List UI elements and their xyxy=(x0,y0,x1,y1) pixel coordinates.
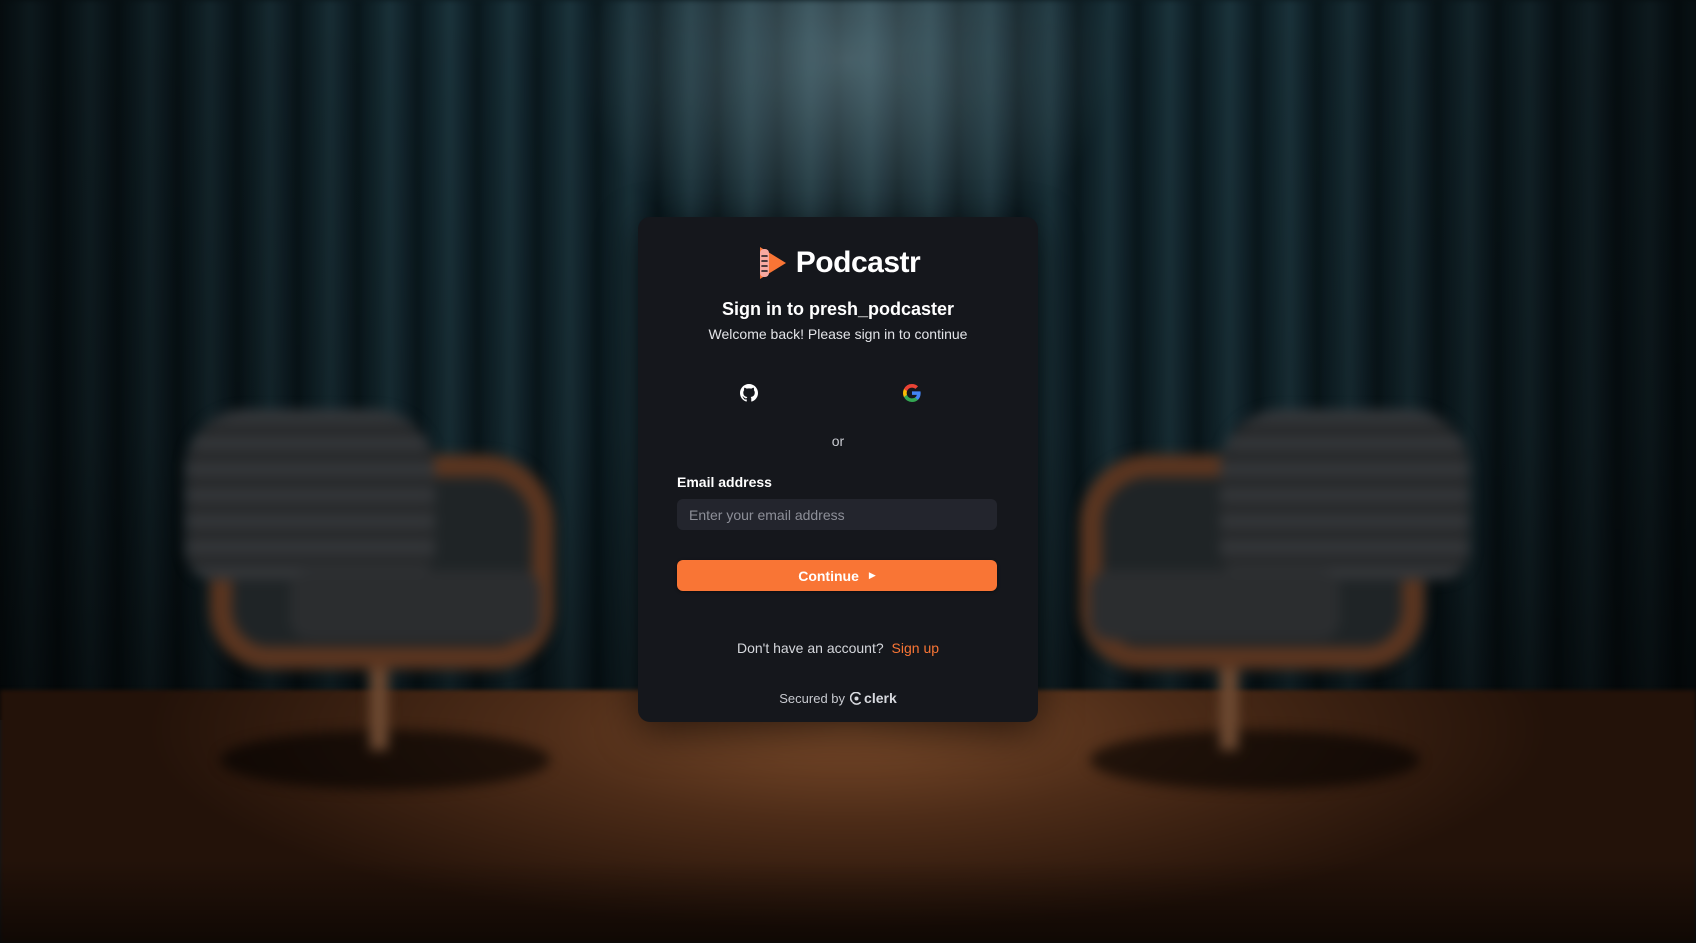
continue-button[interactable]: Continue ▶ xyxy=(677,560,997,591)
sign-in-card: Podcastr Sign in to presh_podcaster Welc… xyxy=(638,217,1038,722)
right-armchair xyxy=(1050,400,1510,820)
google-sign-in-button[interactable] xyxy=(837,375,987,411)
caret-right-icon: ▶ xyxy=(868,570,876,580)
no-account-text: Don't have an account? xyxy=(736,640,884,656)
secured-by-text: Secured by xyxy=(779,690,846,706)
or-divider: or xyxy=(831,433,845,449)
email-field[interactable] xyxy=(677,499,997,530)
sign-in-page: Podcastr Sign in to presh_podcaster Welc… xyxy=(0,0,1696,943)
sign-in-subtitle: Welcome back! Please sign in to continue xyxy=(708,326,968,342)
github-sign-in-button[interactable] xyxy=(674,375,824,411)
sign-in-title: Sign in to presh_podcaster xyxy=(721,299,955,319)
google-icon xyxy=(903,384,921,402)
signup-prompt: Don't have an account? Sign up xyxy=(638,640,1038,656)
brand-header: Podcastr xyxy=(638,243,1038,283)
email-label: Email address xyxy=(677,474,772,490)
github-icon xyxy=(740,384,758,402)
clerk-brand-name: clerk xyxy=(864,690,897,706)
podcastr-logo-icon xyxy=(759,247,786,279)
brand-name: Podcastr xyxy=(795,246,921,279)
continue-label: Continue xyxy=(798,567,859,584)
sign-up-link[interactable]: Sign up xyxy=(892,640,939,656)
floor-vignette xyxy=(0,860,1696,943)
secured-by-footer: Secured by clerk xyxy=(638,690,1038,706)
clerk-brand[interactable]: clerk xyxy=(850,690,897,706)
left-armchair xyxy=(140,400,600,820)
clerk-logo-icon xyxy=(850,691,862,705)
